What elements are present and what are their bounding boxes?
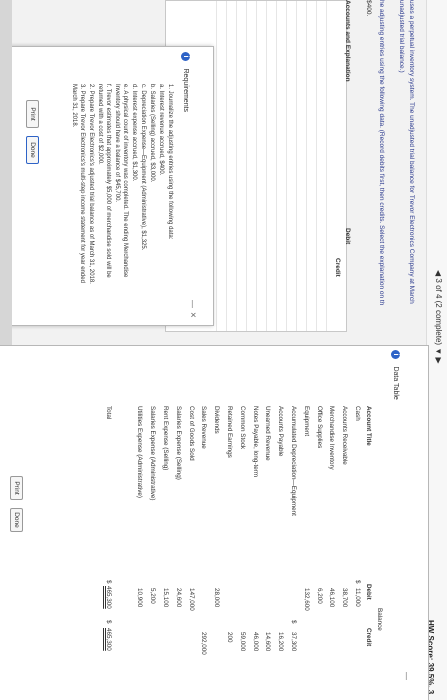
worksheet-row[interactable]: [226, 1, 236, 331]
question-text-3: he adjusting entries using the following…: [378, 0, 385, 306]
credit-cell: 200: [226, 632, 233, 643]
requirements-title: Requirements: [182, 68, 189, 113]
rotated-screen: ◀ 3 of 4 (2 complete) ▼ ▶ HW Score: 39.5…: [0, 0, 447, 700]
worksheet-row[interactable]: [246, 1, 256, 331]
debit-cell: 132,600: [302, 588, 310, 611]
credit-cell: 292,000: [200, 632, 208, 655]
balance-label: Balance: [376, 608, 383, 631]
bottom-bar: [0, 0, 12, 345]
debit-cell: 15,100: [162, 588, 169, 608]
prev-question-icon[interactable]: ◀: [434, 270, 443, 276]
worksheet-row[interactable]: [276, 1, 286, 331]
debit-cell: 147,000: [187, 588, 195, 611]
question-text-2: unadjusted trial balance.): [398, 0, 405, 73]
data-table-popup: [0, 345, 429, 700]
worksheet-row[interactable]: [326, 1, 336, 331]
credit-cell: 59,000: [238, 632, 246, 652]
account-cell: Dividends: [213, 406, 221, 434]
requirement-item: a. Interest revenue accrued, $400.: [158, 84, 164, 176]
data-table-print-button[interactable]: Print: [10, 476, 23, 500]
credit-cell: 16,200: [277, 632, 285, 652]
col-credit: Credit: [365, 628, 372, 647]
worksheet-row[interactable]: [236, 1, 246, 331]
worksheet-col-debit: Debit: [344, 228, 351, 245]
account-cell: Utilities Expense (Administrative): [136, 406, 144, 499]
requirements-print-button[interactable]: Print: [26, 100, 39, 128]
next-question-icon[interactable]: ▶: [434, 357, 443, 363]
account-cell: Rent Expense (Selling): [162, 406, 169, 471]
question-text-4: $400.: [365, 0, 372, 17]
question-nav-label: 3 of 4 (2 complete): [434, 278, 443, 346]
debit-cell: 28,000: [213, 588, 221, 608]
worksheet-row[interactable]: [296, 1, 306, 331]
credit-cell: 37,300: [290, 632, 297, 652]
debit-cell: 46,100: [328, 588, 336, 608]
requirement-item: 1. Journalize the adjusting entries usin…: [167, 84, 173, 240]
requirement-item: e. A physical count of inventory was com…: [122, 84, 128, 278]
account-cell: Notes Payable, long-term: [251, 406, 259, 478]
account-cell: Retained Earnings: [226, 406, 233, 458]
requirement-item: returned with a cost of $2,000.: [97, 84, 103, 165]
worksheet-row[interactable]: [256, 1, 266, 331]
worksheet-row[interactable]: [306, 1, 316, 331]
debit-cell: 38,700: [341, 588, 349, 608]
data-table-done-button[interactable]: Done: [10, 508, 23, 532]
requirement-item: b. Salaries (Selling) accrued, $3,000.: [149, 84, 155, 183]
requirement-item: Inventory should have a balance of $45,7…: [114, 84, 120, 203]
account-cell: Merchandise Inventory: [328, 406, 336, 470]
worksheet-row[interactable]: [286, 1, 296, 331]
total-dollar-sign: $: [105, 580, 112, 584]
total-credit: 465,300: [105, 628, 112, 651]
worksheet-col-credit: Credit: [334, 258, 341, 277]
requirement-item: d. Interest expense accrued, $1,300.: [131, 84, 137, 182]
debit-cell: 5,200: [149, 588, 157, 604]
info-icon: i: [391, 350, 400, 359]
minimize-button[interactable]: —: [188, 300, 197, 308]
data-table-header: i Data Table: [389, 350, 407, 400]
worksheet-row[interactable]: [316, 1, 326, 331]
data-table-title: Data Table: [392, 366, 399, 400]
credit-cell: 46,000: [251, 632, 259, 652]
account-cell: Cash: [354, 406, 361, 421]
account-cell: Equipment: [302, 406, 310, 437]
account-cell: Accounts Receivable: [341, 406, 349, 465]
data-table-minimize-button[interactable]: —: [402, 672, 411, 680]
account-cell: Sales Revenue: [200, 406, 208, 449]
account-cell: Cost of Goods Sold: [187, 406, 195, 461]
close-button[interactable]: ×: [187, 312, 198, 318]
info-icon: i: [181, 52, 190, 61]
requirement-item: 3. Prepare Trevor Electronics's multi-st…: [79, 84, 85, 283]
requirement-item: f. Trevor estimates that approximately $…: [105, 84, 111, 278]
credit-cell: 14,600: [264, 632, 272, 652]
total-label: Total: [105, 406, 112, 420]
requirement-item: c. Depreciation Expense—Equipment (Admin…: [140, 84, 146, 251]
account-cell: Accumulated Depreciation—Equipment: [290, 406, 297, 516]
col-debit: Debit: [365, 584, 372, 600]
debit-cell: 6,200: [315, 588, 323, 604]
account-cell: Office Supplies: [315, 406, 323, 449]
requirements-done-button[interactable]: Done: [26, 136, 39, 164]
question-text-1: uses a perpetual inventory system. The u…: [408, 0, 415, 304]
requirements-header: i Requirements: [179, 52, 197, 112]
worksheet-col-account: Accounts and Explanation: [344, 0, 351, 82]
account-cell: Salaries Expense (Selling): [174, 406, 182, 480]
worksheet-row[interactable]: [266, 1, 276, 331]
total-debit: 465,300: [105, 586, 112, 609]
requirement-item: 2. Prepare Trevor Electronics's adjusted…: [88, 84, 94, 284]
dollar-sign: $: [290, 620, 297, 624]
debit-cell: 10,900: [136, 588, 144, 608]
debit-cell: 24,600: [174, 588, 182, 608]
dropdown-icon[interactable]: ▼: [434, 347, 443, 355]
requirement-item: March 31, 2018.: [71, 84, 77, 128]
account-cell: Accounts Payable: [277, 406, 285, 457]
account-cell: Salaries Expense (Administrative): [149, 406, 157, 501]
col-account-title: Account Title: [365, 406, 372, 446]
question-navigator[interactable]: ◀ 3 of 4 (2 complete) ▼ ▶: [434, 270, 443, 364]
dollar-sign: $: [354, 580, 361, 584]
debit-cell: 11,000: [354, 588, 361, 607]
account-cell: Unearned Revenue: [264, 406, 272, 461]
worksheet-row[interactable]: [216, 1, 226, 331]
total-dollar-sign-2: $: [105, 620, 112, 624]
account-cell: Common Stock: [238, 406, 246, 450]
